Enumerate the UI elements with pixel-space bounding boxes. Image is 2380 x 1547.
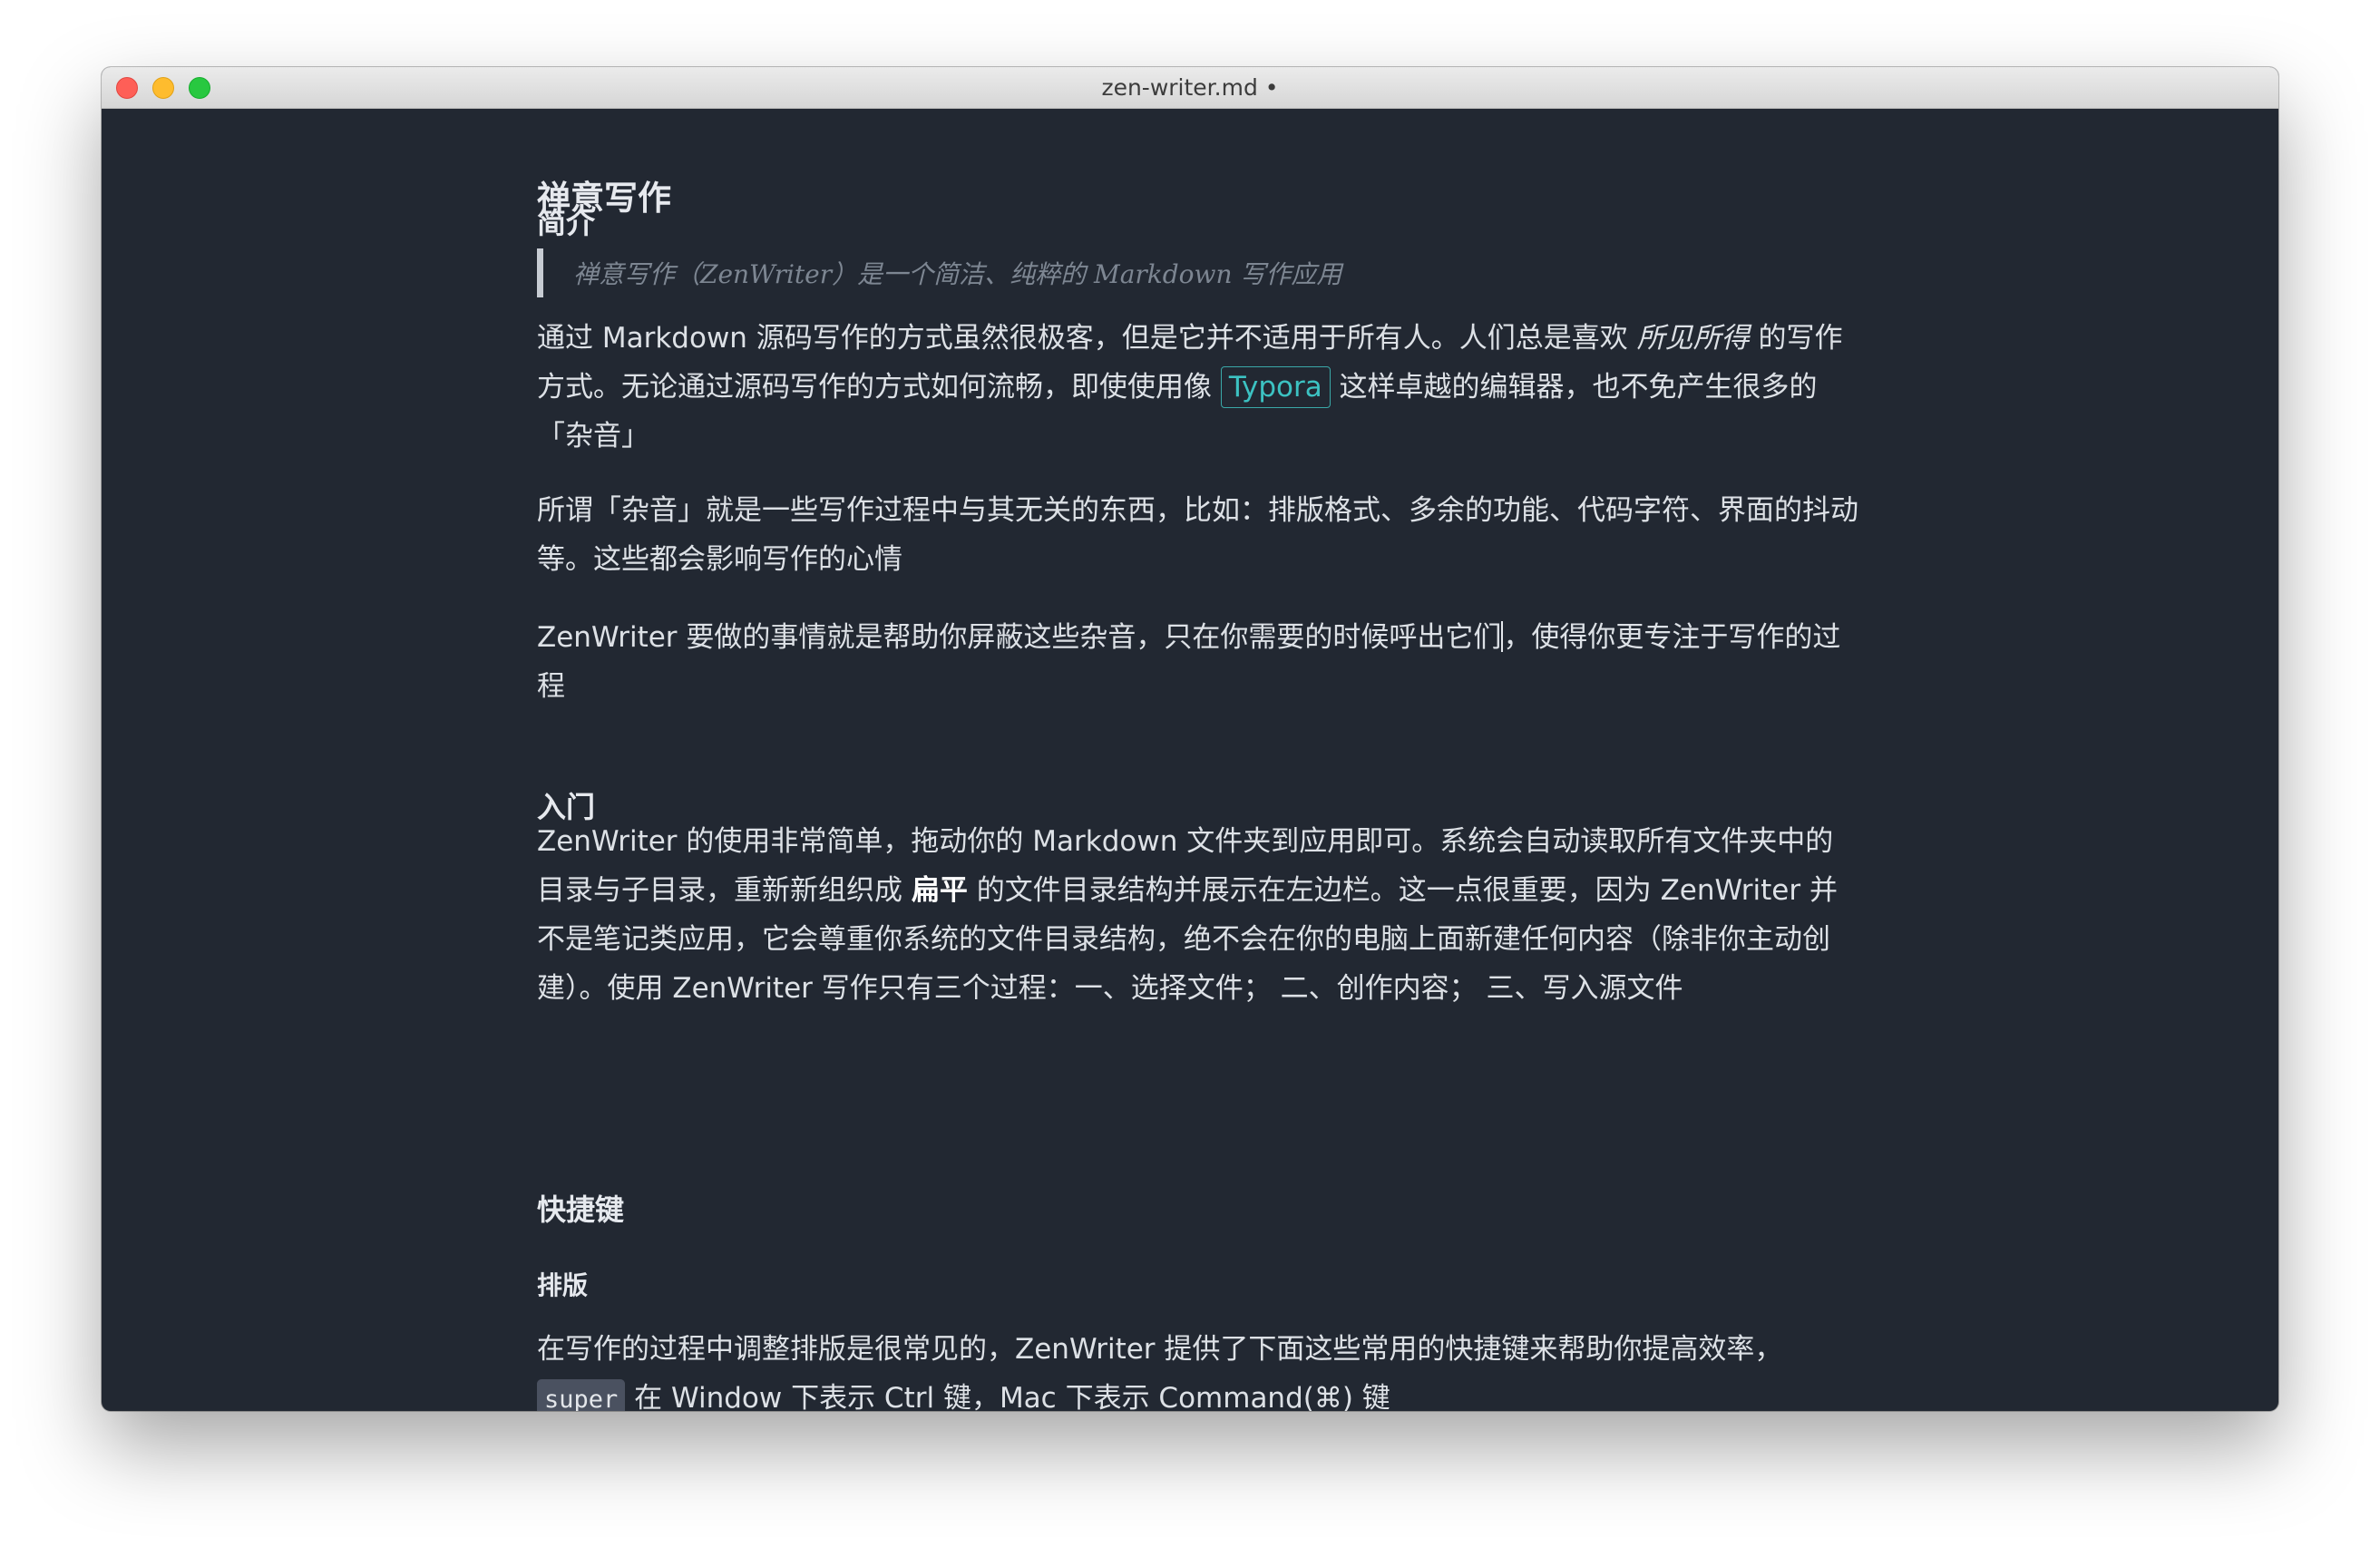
shortcuts-heading: 快捷键 [537, 1192, 625, 1227]
paragraph-2: 所谓「杂音」就是一些写作过程中与其无关的东西，比如：排版格式、多余的功能、代码字… [537, 494, 1858, 576]
paragraph-5: 在写作的过程中调整排版是很常见的，ZenWriter 提供了下面这些常用的快捷键… [537, 1325, 1861, 1411]
paragraph-3: ZenWriter 要做的事情就是帮助你屏蔽这些杂音，只在你需要的时候呼出它们，… [537, 613, 1861, 711]
typora-link[interactable]: Typora [1220, 366, 1331, 408]
inline-code: super [537, 1379, 626, 1411]
blockquote-text: 禅意写作（ZenWriter）是一个简洁、纯粹的 Markdown 写作应用 [573, 259, 1342, 289]
blockquote: 禅意写作（ZenWriter）是一个简洁、纯粹的 Markdown 写作应用 [537, 248, 1535, 297]
intro-heading: 简介 [537, 206, 596, 240]
emphasis-text: 所见所得 [1636, 322, 1750, 355]
window-title: zen-writer.md • [1101, 74, 1279, 101]
bold-text: 扁平 [911, 874, 968, 907]
paragraph-5-text-b: 在 Window 下表示 Ctrl 键，Mac 下表示 Command(⌘) 键 [625, 1382, 1390, 1411]
editor-window: zen-writer.md • 禅意写作 简介 禅意写作（ZenWriter）是… [102, 67, 2278, 1411]
paragraph-1: 通过 Markdown 源码写作的方式虽然很极客，但是它并不适用于所有人。人们总… [537, 314, 1861, 461]
title-bar[interactable]: zen-writer.md • [102, 67, 2278, 109]
paragraph-4: ZenWriter 的使用非常简单，拖动你的 Markdown 文件夹到应用即可… [537, 817, 1861, 1013]
layout-heading: 排版 [537, 1270, 589, 1300]
paragraph-3-text-a: ZenWriter 要做的事情就是帮助你屏蔽这些杂音，只在你需要的时候呼出它们 [537, 621, 1502, 654]
paragraph-5-text-a: 在写作的过程中调整排版是很常见的，ZenWriter 提供了下面这些常用的快捷键… [537, 1333, 1783, 1366]
paragraph-1-text-a: 通过 Markdown 源码写作的方式虽然很极客，但是它并不适用于所有人。人们总… [537, 322, 1637, 355]
